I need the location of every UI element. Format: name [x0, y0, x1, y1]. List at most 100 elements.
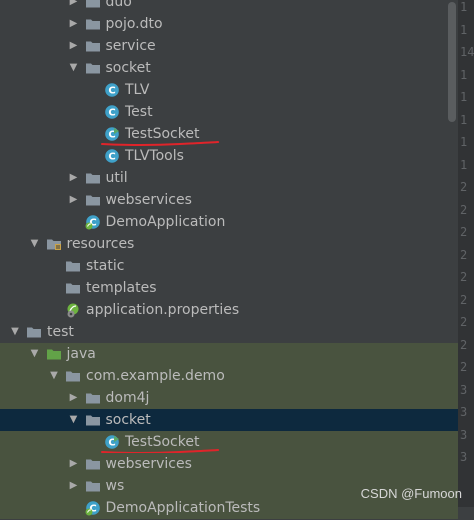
svg-text:C: C [108, 86, 115, 97]
tree-row-tlvtools[interactable]: C TLVTools [0, 145, 458, 167]
tree-row-label: service [105, 38, 156, 54]
tree-row-testsocket[interactable]: C TestSocket [0, 123, 458, 146]
tree-row-util[interactable]: ▶ util [0, 167, 458, 189]
expand-arrow-down-icon[interactable]: ▼ [67, 413, 81, 427]
project-tree: ▶ duo ▶ pojo.dto ▶ service ▼ socket C TLV C Test C Te… [0, 0, 458, 519]
collapse-arrow-right-icon[interactable]: ▶ [67, 39, 81, 53]
line-number: 2 [460, 337, 468, 352]
tree-row-label: templates [86, 280, 157, 296]
line-number: 2 [460, 315, 468, 329]
collapse-arrow-right-icon[interactable]: ▶ [67, 479, 81, 493]
tree-row-socket[interactable]: ▼ socket [0, 409, 458, 431]
line-number: 2 [460, 360, 468, 374]
tree-row-label: DemoApplicationTests [105, 500, 261, 516]
watermark: CSDN @Fumoon [360, 486, 462, 501]
spring-properties-icon [65, 302, 81, 318]
tree-row-tlv[interactable]: C TLV [0, 79, 458, 101]
line-number: 2 [460, 225, 468, 239]
tree-row-templates[interactable]: templates [0, 277, 458, 299]
expand-arrow-down-icon[interactable]: ▼ [67, 61, 81, 75]
line-number: 1 [460, 112, 468, 127]
tree-row-label: socket [105, 60, 151, 76]
line-number: 3 [460, 427, 468, 442]
folder-icon [85, 38, 101, 54]
line-number: 2 [460, 270, 468, 284]
folder-icon [26, 324, 42, 340]
folder-icon [85, 456, 101, 472]
tree-row-label: pojo.dto [105, 16, 163, 32]
tree-row-pojo-dto[interactable]: ▶ pojo.dto [0, 13, 458, 35]
svg-text:C: C [108, 108, 115, 119]
line-number: 1 [460, 67, 468, 82]
class-icon: C [104, 148, 120, 164]
folder-icon [85, 60, 101, 76]
collapse-arrow-right-icon[interactable]: ▶ [67, 0, 81, 9]
tree-scrollbar[interactable] [448, 0, 456, 507]
tree-row-dom4j[interactable]: ▶ dom4j [0, 387, 458, 409]
tree-row-label: dom4j [105, 390, 150, 406]
expand-arrow-down-icon[interactable]: ▼ [8, 325, 22, 339]
folder-icon [85, 390, 101, 406]
scrollbar-thumb[interactable] [448, 2, 456, 122]
folder-icon [85, 0, 101, 10]
line-number: 3 [460, 405, 468, 419]
spring-class-icon: C [85, 214, 101, 230]
tree-row-socket[interactable]: ▼ socket [0, 57, 458, 79]
expand-arrow-down-icon[interactable]: ▼ [47, 369, 61, 383]
resources-folder-icon [46, 236, 62, 252]
line-number: 1 [460, 157, 468, 172]
tree-row-webservices[interactable]: ▶ webservices [0, 453, 458, 475]
tree-row-duo[interactable]: ▶ duo [0, 0, 458, 13]
tree-row-label: java [66, 346, 96, 362]
tree-row-label: TLV [125, 82, 150, 98]
tree-row-label: TLVTools [125, 148, 184, 164]
tree-row-label: test [47, 324, 74, 340]
tree-row-label: duo [105, 0, 132, 10]
svg-text:C: C [108, 152, 115, 163]
expand-arrow-down-icon[interactable]: ▼ [28, 347, 42, 361]
editor-line-gutter: 1 1 14 1 1 1 1 1 2 2 2 2 2 2 2 2 2 3 3 3 3 [458, 0, 474, 507]
collapse-arrow-right-icon[interactable]: ▶ [67, 17, 81, 31]
expand-arrow-down-icon[interactable]: ▼ [28, 237, 42, 251]
tree-row-label: Test [125, 104, 153, 120]
tree-row-label: ws [105, 478, 125, 494]
tree-row-application-properties[interactable]: application.properties [0, 299, 458, 321]
tree-row-label: resources [66, 236, 135, 252]
tree-row-static[interactable]: static [0, 255, 458, 277]
tree-row-com-example-demo[interactable]: ▼ com.example.demo [0, 365, 458, 387]
test-folder-icon [46, 346, 62, 362]
spring-class-icon: C [85, 500, 101, 516]
line-number: 1 [460, 135, 468, 149]
tree-row-label: webservices [105, 192, 192, 208]
tree-row-test[interactable]: ▼ test [0, 321, 458, 343]
class-icon: C [104, 82, 120, 98]
line-number: 1 [460, 0, 468, 14]
line-number: 1 [460, 90, 468, 104]
tree-row-label: application.properties [86, 302, 240, 318]
collapse-arrow-right-icon[interactable]: ▶ [67, 457, 81, 471]
line-number: 14 [460, 45, 474, 59]
tree-row-demoapplication[interactable]: C DemoApplication [0, 211, 458, 233]
tree-row-test[interactable]: C Test [0, 101, 458, 123]
folder-icon [85, 192, 101, 208]
folder-icon [85, 16, 101, 32]
folder-icon [65, 280, 81, 296]
line-number: 3 [460, 450, 468, 464]
tree-row-java[interactable]: ▼ java [0, 343, 458, 365]
tree-row-label: webservices [105, 456, 192, 472]
line-number: 2 [460, 202, 468, 217]
collapse-arrow-right-icon[interactable]: ▶ [67, 391, 81, 405]
line-number: 2 [460, 247, 468, 262]
tree-row-label: com.example.demo [86, 368, 225, 384]
tree-row-resources[interactable]: ▼ resources [0, 233, 458, 255]
tree-row-webservices[interactable]: ▶ webservices [0, 189, 458, 211]
collapse-arrow-right-icon[interactable]: ▶ [67, 193, 81, 207]
folder-icon [65, 258, 81, 274]
tree-row-service[interactable]: ▶ service [0, 35, 458, 57]
class-icon: C [104, 104, 120, 120]
collapse-arrow-right-icon[interactable]: ▶ [67, 171, 81, 185]
line-number: 1 [460, 22, 468, 37]
tree-row-testsocket[interactable]: C TestSocket [0, 431, 458, 454]
folder-icon [85, 412, 101, 428]
folder-icon [85, 170, 101, 186]
